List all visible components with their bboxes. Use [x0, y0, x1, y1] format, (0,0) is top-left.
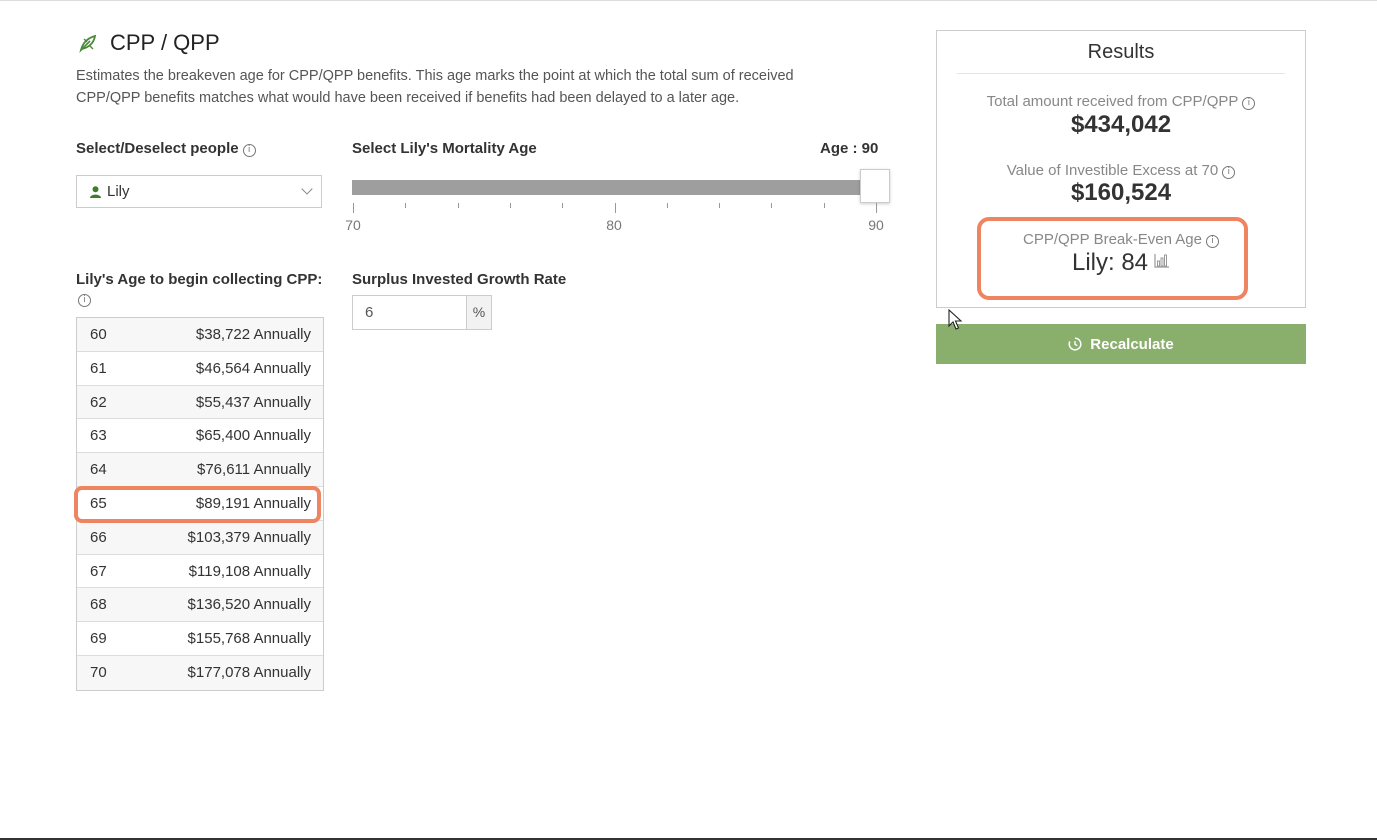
collect-age-row[interactable]: 69 $155,768 Annually — [77, 622, 323, 656]
tick-label-min: 70 — [345, 217, 361, 233]
leaf-logo-icon — [79, 34, 97, 53]
collect-age-label-text: Lily's Age to begin collecting CPP: — [76, 271, 323, 288]
person-icon — [90, 185, 101, 198]
info-icon[interactable]: i — [1242, 97, 1256, 110]
collect-age-value: 61 — [90, 359, 107, 377]
results-title: Results — [1087, 41, 1155, 63]
slider-tick — [666, 203, 668, 208]
investible-excess-value: $160,524 — [1070, 179, 1172, 206]
growth-rate-label: Surplus Invested Growth Rate — [352, 271, 567, 288]
total-received-label-text: Total amount received from CPP/QPP — [986, 93, 1239, 110]
collect-age-row[interactable]: 60 $38,722 Annually — [77, 318, 323, 352]
collect-age-amount: $55,437 Annually — [195, 393, 311, 411]
top-border — [0, 0, 1377, 1]
collect-age-row[interactable]: 70 $177,078 Annually — [77, 655, 323, 690]
collect-age-amount: $155,768 Annually — [187, 630, 311, 648]
investible-excess-label-text: Value of Investible Excess at 70 — [1006, 162, 1219, 179]
collect-age-amount: $119,108 Annually — [188, 562, 311, 580]
slider-tick — [562, 203, 564, 208]
info-icon[interactable]: i — [1222, 166, 1236, 179]
collect-age-value: 68 — [90, 596, 107, 614]
people-label-text: Select/Deselect people — [76, 140, 239, 157]
collect-age-value: 60 — [90, 326, 107, 343]
info-icon[interactable]: i — [78, 294, 91, 307]
collect-age-row[interactable]: 61 $46,564 Annually — [77, 352, 323, 386]
collect-age-label: Lily's Age to begin collecting CPP: — [76, 271, 326, 288]
people-select[interactable]: Lily — [76, 175, 322, 208]
collect-age-amount: $177,078 Annually — [187, 663, 311, 681]
collect-age-row[interactable]: 63 $65,400 Annually — [77, 419, 323, 454]
mouse-cursor-icon — [948, 309, 962, 330]
slider-tick — [876, 203, 877, 213]
mortality-label: Select Lily's Mortality Age — [352, 140, 537, 157]
tick-label-mid: 80 — [606, 217, 622, 233]
page-description: Estimates the breakeven age for CPP/QPP … — [76, 68, 794, 106]
investible-excess-label: Value of Investible Excess at 70 i — [937, 162, 1305, 179]
collect-age-row[interactable]: 66 $103,379 Annually — [77, 520, 323, 555]
slider-tick — [771, 203, 773, 208]
collect-age-amount: $65,400 Annually — [195, 427, 311, 445]
slider-tick — [353, 203, 354, 213]
growth-rate-unit: % — [466, 296, 491, 329]
results-divider — [957, 73, 1285, 74]
slider-tick — [405, 203, 407, 208]
slider-tick — [614, 203, 616, 213]
slider-tick — [719, 203, 721, 208]
page-title: CPP / QPP — [110, 30, 220, 55]
collect-age-value: 69 — [90, 630, 107, 648]
collect-age-amount: $103,379 Annually — [187, 528, 311, 546]
info-icon[interactable]: i — [242, 144, 256, 157]
collect-age-value: 70 — [90, 663, 107, 681]
growth-rate-value[interactable]: 6 — [353, 296, 466, 329]
mortality-value-label: Age : 90 — [820, 140, 879, 157]
collect-age-value: 62 — [90, 393, 107, 411]
total-received-label: Total amount received from CPP/QPP i — [937, 93, 1305, 110]
page-header: CPP / QPP — [78, 30, 220, 56]
breakeven-highlight — [977, 217, 1248, 300]
mortality-slider-track[interactable] — [352, 180, 862, 195]
collect-age-amount: $38,722 Annually — [195, 326, 311, 343]
mortality-slider-handle[interactable] — [860, 169, 890, 203]
collect-age-row[interactable]: 64 $76,611 Annually — [77, 453, 323, 487]
collect-age-amount: $136,520 Annually — [187, 596, 311, 614]
recalculate-button[interactable]: Recalculate — [936, 324, 1306, 364]
collect-age-row[interactable]: 68 $136,520 Annually — [77, 588, 323, 623]
collect-age-value: 64 — [90, 461, 107, 479]
collect-age-row[interactable]: 67 $119,108 Annually — [77, 555, 323, 589]
recalculate-label: Recalculate — [1090, 335, 1174, 353]
people-select-value: Lily — [107, 183, 130, 200]
collect-age-amount: $76,611 Annually — [197, 461, 311, 479]
people-label: Select/Deselect people i — [76, 140, 256, 157]
chevron-down-icon — [301, 183, 313, 195]
collect-age-amount: $46,564 Annually — [195, 359, 311, 377]
slider-tick — [457, 203, 459, 208]
collect-age-value: 67 — [90, 562, 107, 580]
refresh-clock-icon — [1068, 337, 1082, 351]
growth-rate-input[interactable]: 6 % — [352, 295, 492, 330]
tick-label-max: 90 — [868, 217, 884, 233]
total-received-value: $434,042 — [1070, 111, 1172, 138]
slider-tick — [509, 203, 511, 208]
collect-age-row[interactable]: 62 $55,437 Annually — [77, 385, 323, 420]
slider-tick — [823, 203, 825, 208]
collect-age-value: 63 — [90, 427, 107, 445]
collect-age-value: 66 — [90, 528, 107, 546]
selected-row-highlight — [74, 486, 321, 523]
